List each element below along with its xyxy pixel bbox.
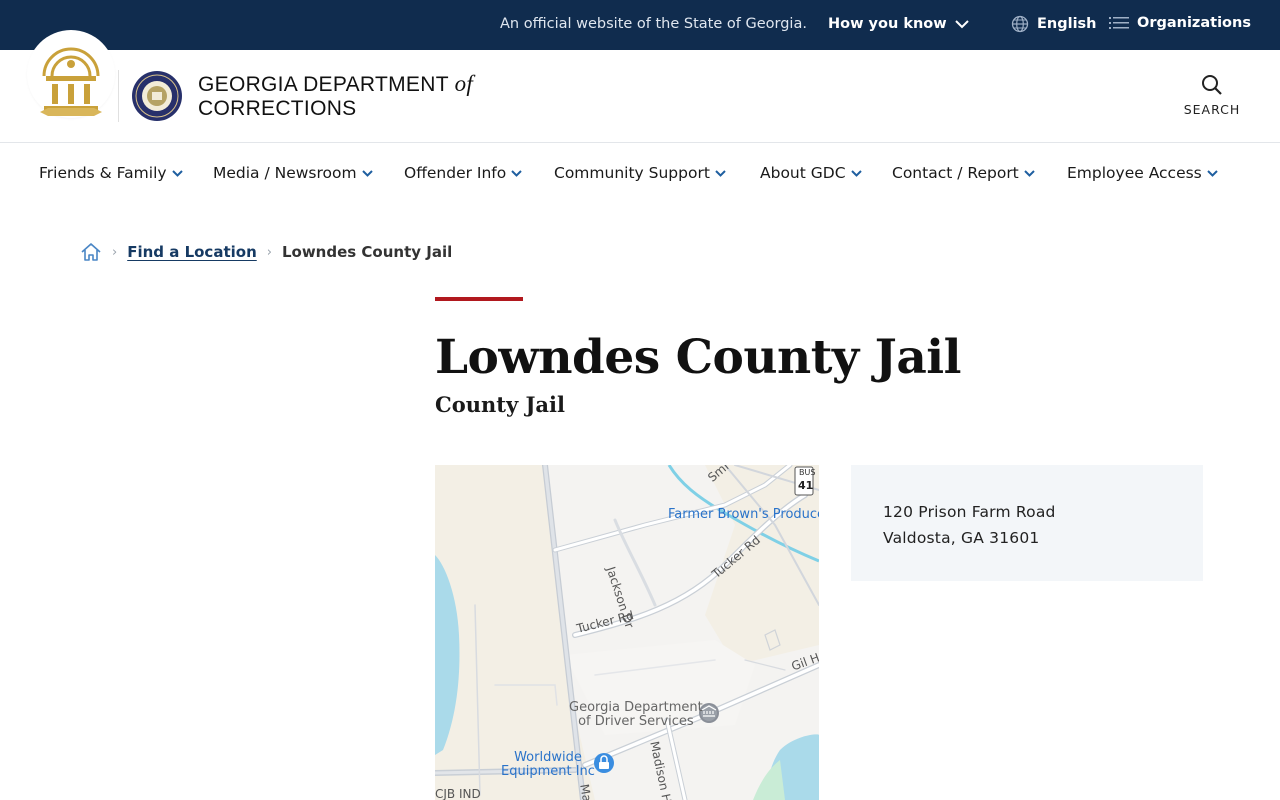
chevron-down-icon [954,19,969,28]
title-accent-rule [435,297,523,301]
official-site-text: An official website of the State of Geor… [500,16,807,32]
poi-dds-line2: of Driver Services [578,714,694,729]
georgia-arch-icon [40,47,102,116]
how-you-know-button[interactable]: How you know [828,16,969,32]
search-button[interactable]: SEARCH [1180,74,1244,117]
main-navigation: Friends & Family Media / Newsroom Offend… [0,143,1280,205]
nav-item-contact-report[interactable]: Contact / Report [892,164,1035,182]
poi-worldwide-line2: Equipment Inc [501,764,595,779]
map-poi-farmer-browns[interactable]: Farmer Brown's Produce [668,508,819,522]
nav-label: About GDC [760,164,846,182]
nav-label: Community Support [554,164,710,182]
map-label-cjb: CJB IND [435,787,481,800]
address-line2: Valdosta, GA 31601 [883,529,1040,547]
chevron-down-icon [850,169,862,177]
nav-item-community-support[interactable]: Community Support [554,164,726,182]
language-selector[interactable]: English [1011,15,1097,33]
brand-line2: CORRECTIONS [198,97,357,120]
chevron-down-icon [171,169,183,177]
address-line1: 120 Prison Farm Road [883,503,1056,521]
nav-label: Contact / Report [892,164,1019,182]
home-icon[interactable] [80,241,102,263]
breadcrumb: › Find a Location › Lowndes County Jail [80,241,452,263]
gdc-seal[interactable] [131,70,183,126]
chevron-down-icon [715,169,726,177]
globe-icon [1011,15,1029,33]
nav-item-about-gdc[interactable]: About GDC [760,164,862,182]
map-poi-driver-services[interactable]: Georgia Department of Driver Services [569,701,703,729]
how-you-know-label: How you know [828,16,947,32]
nav-label: Media / Newsroom [213,164,357,182]
nav-item-friends-family[interactable]: Friends & Family [39,164,183,182]
chevron-down-icon [361,169,373,177]
brand-of: of [454,71,474,96]
map-poi-worldwide-equipment[interactable]: Worldwide Equipment Inc [501,751,595,779]
breadcrumb-find-location-link[interactable]: Find a Location [127,243,257,261]
site-header: GEORGIA DEPARTMENT of CORRECTIONS SEARCH [0,30,1280,143]
chevron-right-icon: › [112,244,118,260]
page-subtitle: County Jail [435,392,565,417]
location-map[interactable]: BUS 41 Smi Farmer Brown's Produce Jackso… [435,465,819,800]
nav-label: Offender Info [404,164,507,182]
poi-dds-line1: Georgia Department [569,700,703,715]
organizations-button[interactable]: Organizations [1109,15,1251,31]
search-label: SEARCH [1183,102,1241,117]
breadcrumb-current: Lowndes County Jail [281,243,453,261]
nav-item-employee-access[interactable]: Employee Access [1067,164,1218,182]
chevron-down-icon [511,169,522,177]
list-icon [1109,17,1129,29]
georgia-state-logo[interactable] [38,42,104,120]
nav-label: Employee Access [1067,164,1202,182]
chevron-down-icon [1024,169,1035,177]
route-number-label: 41 [798,479,814,492]
nav-label: Friends & Family [39,164,167,182]
department-seal-icon [132,71,182,121]
brand-line1: GEORGIA DEPARTMENT [198,73,449,96]
map-street-ma: Ma [577,783,595,800]
site-brand[interactable]: GEORGIA DEPARTMENT of CORRECTIONS [198,72,473,121]
poi-worldwide-line1: Worldwide [514,750,582,765]
official-banner: An official website of the State of Geor… [0,0,1280,50]
address-card: 120 Prison Farm Road Valdosta, GA 31601 [851,465,1203,581]
chevron-right-icon: › [266,244,272,260]
nav-item-media-newsroom[interactable]: Media / Newsroom [213,164,373,182]
route-bus-label: BUS [799,468,816,477]
organizations-label: Organizations [1137,15,1251,31]
chevron-down-icon [1207,169,1218,177]
search-icon [1202,75,1222,95]
header-divider [118,70,119,122]
nav-item-offender-info[interactable]: Offender Info [404,164,522,182]
page-title: Lowndes County Jail [435,330,962,385]
language-label: English [1037,16,1097,32]
